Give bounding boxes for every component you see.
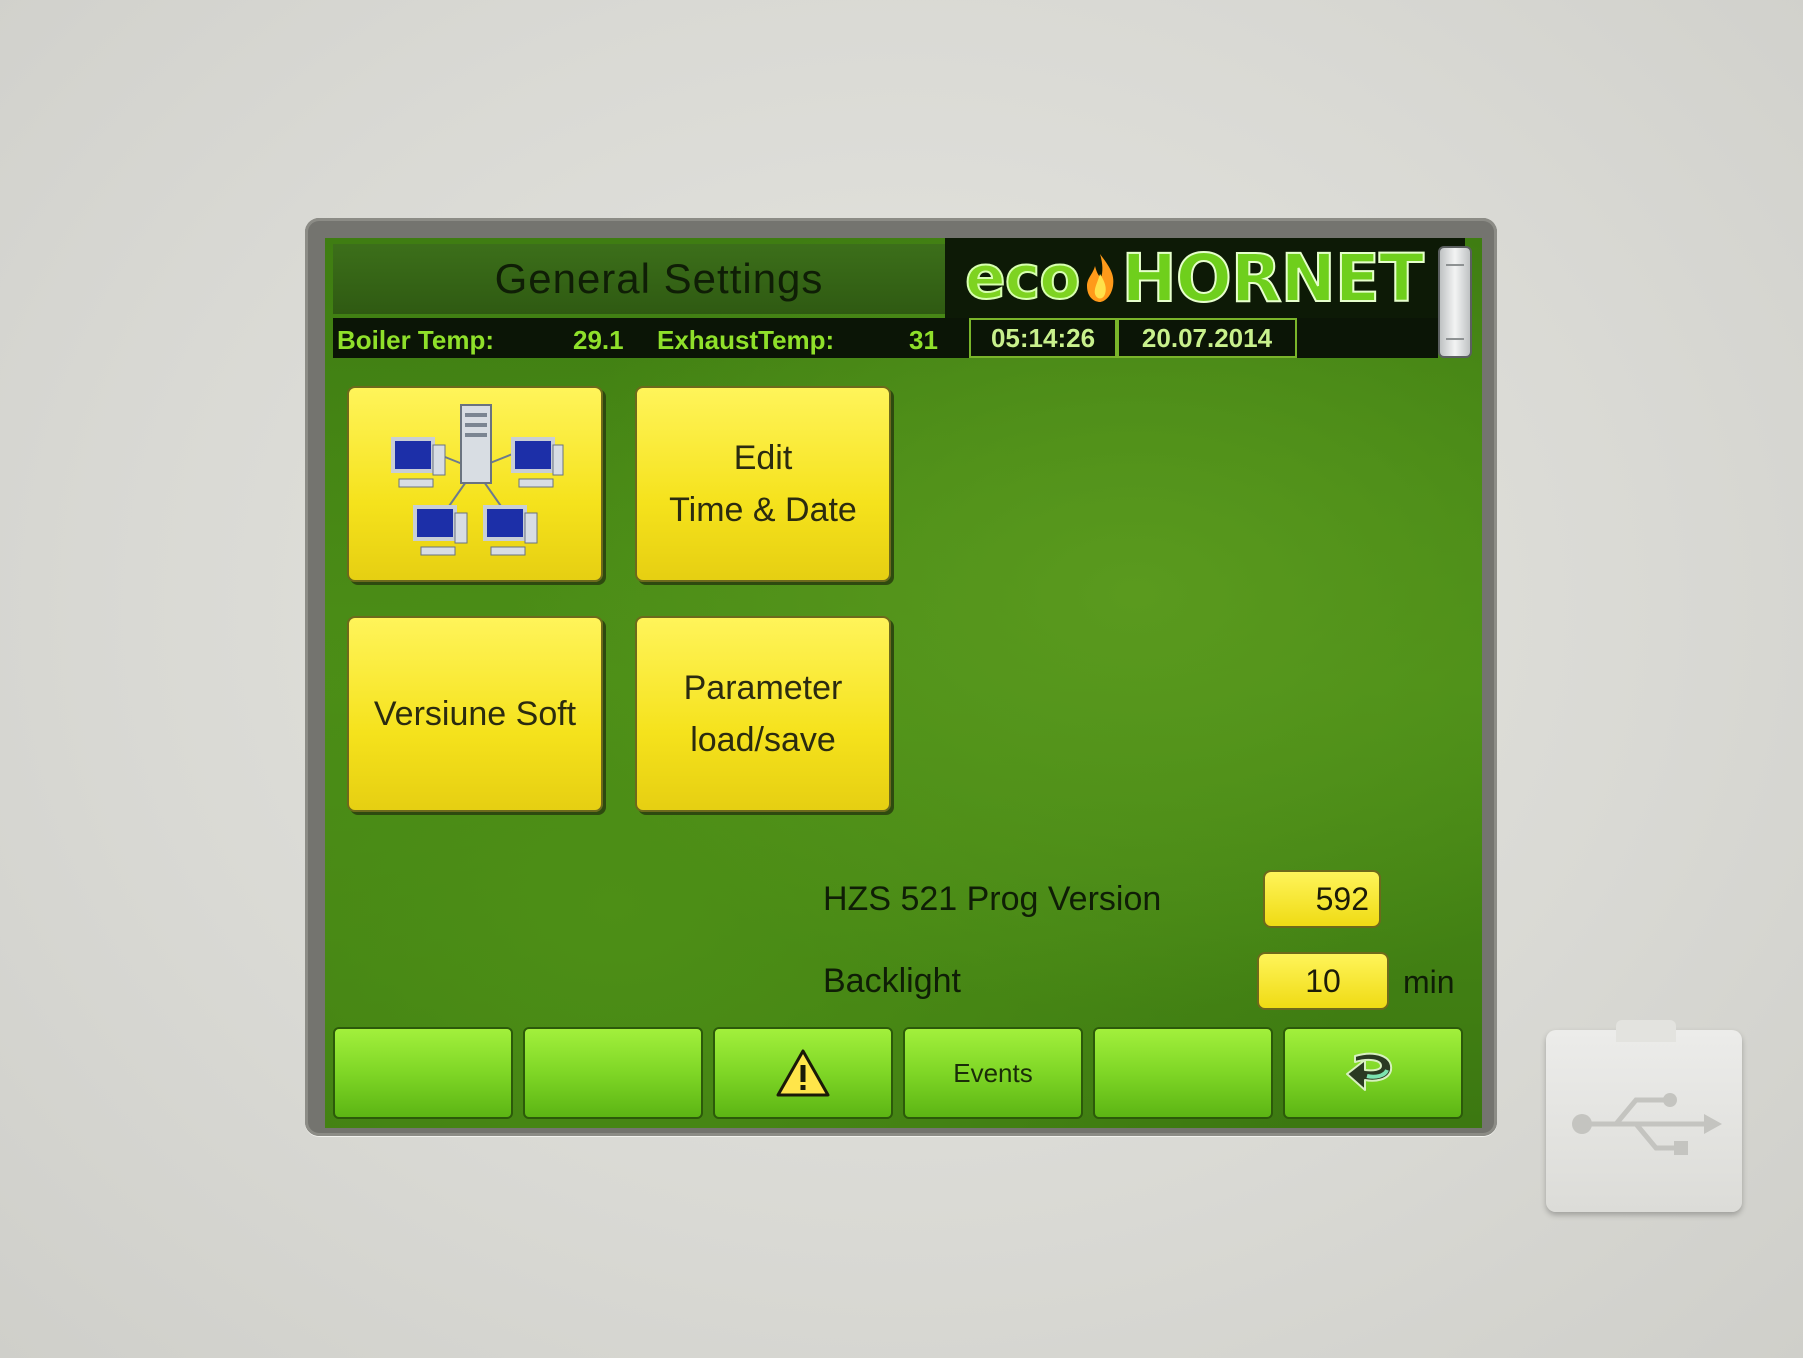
title-bar: General Settings: [333, 244, 945, 314]
brand-logo: eco HORNET: [945, 238, 1465, 318]
warning-button[interactable]: [713, 1027, 893, 1119]
clock-time: 05:14:26: [969, 318, 1117, 358]
brand-name: HORNET: [1120, 239, 1425, 318]
software-version-label: Versiune Soft: [373, 695, 577, 733]
exhaust-temp-value: 31: [909, 325, 938, 355]
brand-prefix: eco: [964, 242, 1081, 314]
prog-version-value: 592: [1263, 870, 1381, 928]
prog-version-label: HZS 521 Prog Version: [823, 880, 1162, 918]
softkey-5[interactable]: [1093, 1027, 1273, 1119]
edit-time-date-button[interactable]: Edit Time & Date: [635, 386, 891, 582]
softkey-2[interactable]: [523, 1027, 703, 1119]
back-arrow-icon: [1346, 1052, 1393, 1091]
software-version-button[interactable]: Versiune Soft: [347, 616, 603, 812]
usb-icon: [1572, 1093, 1722, 1155]
flame-icon: [1087, 254, 1114, 302]
parameter-line2: load/save: [690, 721, 836, 759]
scroll-handle[interactable]: [1438, 246, 1472, 358]
boiler-temp-value: 29.1: [573, 325, 624, 355]
back-button[interactable]: [1283, 1027, 1463, 1119]
events-label: Events: [953, 1057, 1033, 1088]
edit-time-date-line2: Time & Date: [669, 491, 857, 529]
page-title: General Settings: [494, 255, 824, 302]
parameter-line1: Parameter: [683, 669, 843, 707]
network-computers-icon: [391, 404, 564, 556]
edit-time-date-label: Edit Time & Date: [669, 432, 857, 536]
backlight-label: Backlight: [823, 962, 961, 1000]
usb-port-cover[interactable]: [1546, 1020, 1742, 1212]
exhaust-temp-label: ExhaustTemp:: [657, 325, 835, 355]
parameter-load-save-label: Parameter load/save: [684, 662, 843, 766]
touch-screen: General Settings eco HORNET Boiler Temp:…: [325, 238, 1482, 1128]
clock-date: 20.07.2014: [1117, 318, 1297, 358]
backlight-unit: min: [1403, 964, 1455, 1000]
warning-icon: [776, 1049, 830, 1097]
backlight-input[interactable]: 10: [1257, 952, 1389, 1010]
status-bar: Boiler Temp: 29.1 ExhaustTemp: 31 05:14:…: [333, 318, 1438, 358]
events-button[interactable]: Events: [903, 1027, 1083, 1119]
network-settings-button[interactable]: [347, 386, 603, 582]
parameter-load-save-button[interactable]: Parameter load/save: [635, 616, 891, 812]
softkey-1[interactable]: [333, 1027, 513, 1119]
boiler-temp-label: Boiler Temp:: [337, 325, 494, 355]
edit-time-date-line1: Edit: [733, 439, 793, 477]
